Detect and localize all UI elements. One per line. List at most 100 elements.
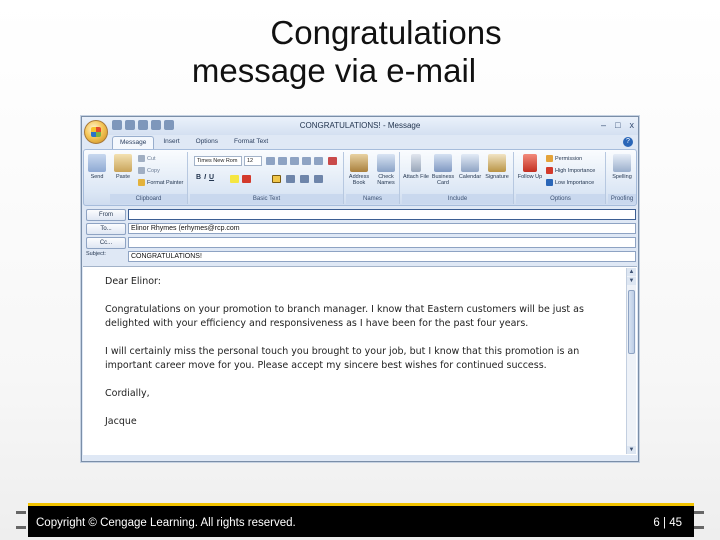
business-card-icon: [434, 154, 452, 172]
align-center-icon[interactable]: [286, 175, 295, 183]
ribbon: Send Paste Cut Copy Format Painter Clipb…: [83, 149, 637, 206]
maximize-button[interactable]: □: [615, 120, 620, 130]
greeting: Dear Elinor:: [105, 276, 161, 287]
increase-indent-icon[interactable]: [314, 157, 323, 165]
proofing-group-label: Proofing: [608, 194, 636, 204]
send-button[interactable]: Send: [84, 154, 110, 180]
footer-rail-right-lower: [694, 526, 704, 529]
spelling-button[interactable]: Spelling: [609, 154, 635, 180]
copy-button[interactable]: Copy: [138, 167, 160, 174]
justify-icon[interactable]: [314, 175, 323, 183]
permission-button[interactable]: Permission: [546, 155, 582, 162]
high-importance-button[interactable]: High Importance: [546, 167, 595, 174]
highlight-icon[interactable]: [230, 175, 239, 183]
check-names-icon: [377, 154, 395, 172]
scroll-up-icon[interactable]: ▲: [627, 268, 636, 276]
address-book-icon: [350, 154, 368, 172]
office-button[interactable]: [84, 120, 108, 144]
clipboard-group-label: Clipboard: [110, 194, 187, 204]
cc-button[interactable]: Cc...: [86, 237, 126, 249]
high-importance-label: High Importance: [555, 167, 596, 174]
to-button[interactable]: To...: [86, 223, 126, 235]
subject-field[interactable]: CONGRATULATIONS!: [128, 251, 636, 262]
proofing-group: Spelling Proofing: [608, 152, 636, 204]
align-right-icon[interactable]: [300, 175, 309, 183]
numbering-icon[interactable]: [290, 157, 299, 165]
attach-file-button[interactable]: Attach File: [403, 154, 429, 180]
exclamation-icon: [546, 167, 553, 174]
font-name-select[interactable]: Times New Rom: [194, 156, 242, 166]
message-window: CONGRATULATIONS! - Message – □ x Message…: [81, 116, 639, 462]
signature-button[interactable]: Signature: [484, 154, 510, 180]
flag-icon: [523, 154, 537, 172]
ribbon-tabs: Message Insert Options Format Text: [112, 136, 275, 149]
calendar-label: Calendar: [458, 174, 482, 180]
font-color-icon[interactable]: [242, 175, 251, 183]
close-button[interactable]: x: [630, 120, 635, 130]
footer-rail-right: [694, 511, 704, 514]
tab-format-text[interactable]: Format Text: [227, 136, 275, 149]
signature-icon: [488, 154, 506, 172]
title-bar: CONGRATULATIONS! - Message – □ x: [82, 117, 638, 135]
window-controls: – □ x: [601, 120, 634, 130]
font-size-select[interactable]: 12: [244, 156, 262, 166]
calendar-icon: [461, 154, 479, 172]
from-field[interactable]: [128, 209, 636, 220]
format-painter-button[interactable]: Format Painter: [138, 179, 183, 186]
address-book-button[interactable]: Address Book: [346, 154, 372, 186]
body-paragraph-2: I will certainly miss the personal touch…: [105, 346, 580, 371]
cut-label: Cut: [147, 155, 156, 162]
bullets-icon[interactable]: [278, 157, 287, 165]
names-group-label: Names: [346, 194, 399, 204]
permission-icon: [546, 155, 553, 162]
low-importance-label: Low Importance: [555, 179, 595, 186]
basic-text-group-label: Basic Text: [190, 194, 343, 204]
scroll-thumb[interactable]: [628, 290, 635, 354]
vertical-scrollbar[interactable]: ▲ ▼ ▼: [626, 268, 636, 454]
window-title: CONGRATULATIONS! - Message: [299, 121, 421, 130]
scroll-page-icon[interactable]: ▼: [627, 277, 636, 285]
cc-field[interactable]: [128, 237, 636, 248]
bold-button[interactable]: B: [196, 174, 201, 181]
minimize-button[interactable]: –: [601, 120, 606, 130]
to-field[interactable]: Elinor Rhymes (erhymes@rcp.com: [128, 223, 636, 234]
paperclip-icon: [411, 154, 421, 172]
tab-options[interactable]: Options: [189, 136, 225, 149]
decrease-indent-icon[interactable]: [302, 157, 311, 165]
slide-title-line2: message via e-mail: [191, 52, 477, 89]
office-logo-icon: [91, 127, 101, 137]
business-card-label: Business Card: [431, 174, 455, 186]
italic-button[interactable]: I: [204, 174, 206, 181]
page-number: 6 | 45: [653, 517, 682, 529]
message-body-text[interactable]: Dear Elinor: Congratulations on your pro…: [105, 275, 610, 443]
underline-button[interactable]: U: [209, 174, 214, 181]
slide-footer: Copyright © Cengage Learning. All rights…: [28, 503, 694, 537]
copy-label: Copy: [147, 167, 160, 174]
low-importance-button[interactable]: Low Importance: [546, 179, 594, 186]
closing: Cordially,: [105, 388, 150, 399]
send-label: Send: [90, 174, 104, 180]
follow-up-button[interactable]: Follow Up: [517, 154, 543, 180]
align-left-icon[interactable]: [272, 175, 281, 183]
clear-formatting-icon[interactable]: [328, 157, 337, 165]
paste-button[interactable]: Paste: [110, 154, 136, 180]
address-book-label: Address Book: [348, 174, 370, 186]
message-body[interactable]: Dear Elinor: Congratulations on your pro…: [83, 266, 637, 455]
clipboard-group: Paste Cut Copy Format Painter Clipboard: [110, 152, 188, 204]
include-group: Attach File Business Card Calendar Signa…: [402, 152, 514, 204]
from-button[interactable]: From: [86, 209, 126, 221]
tab-insert[interactable]: Insert: [156, 136, 186, 149]
tab-message[interactable]: Message: [112, 136, 155, 149]
grow-font-icon[interactable]: [266, 157, 275, 165]
help-icon[interactable]: ?: [623, 137, 633, 147]
follow-up-label: Follow Up: [517, 174, 543, 180]
paste-icon: [114, 154, 132, 172]
cut-button[interactable]: Cut: [138, 155, 156, 162]
business-card-button[interactable]: Business Card: [430, 154, 456, 186]
options-group: Follow Up Permission High Importance Low…: [516, 152, 606, 204]
scroll-down-icon[interactable]: ▼: [627, 446, 636, 454]
slide-title-line1: Congratulations: [270, 14, 502, 51]
check-names-button[interactable]: Check Names: [373, 154, 399, 186]
format-painter-label: Format Painter: [147, 179, 184, 186]
calendar-button[interactable]: Calendar: [457, 154, 483, 180]
